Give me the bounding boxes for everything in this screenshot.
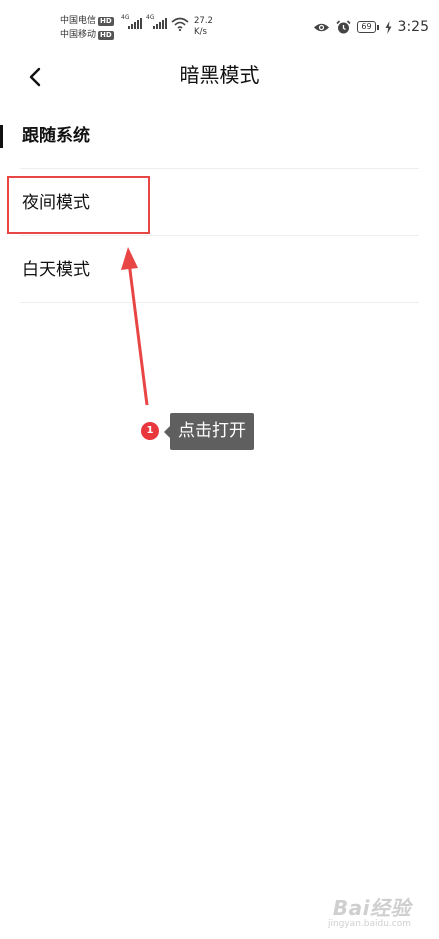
carrier-row-1: 中国电信 HD [60, 14, 114, 28]
network-type-label: 4G [146, 14, 155, 21]
watermark-logo: Bai经验 [332, 896, 411, 920]
hd-badge: HD [98, 30, 114, 40]
hd-badge: HD [98, 16, 114, 26]
highlight-box [7, 176, 150, 234]
page-title: 暗黑模式 [179, 63, 260, 87]
network-speed-value: 27.2 [194, 16, 213, 26]
status-right-group: 69 3:25 [313, 19, 429, 35]
carrier-name-2: 中国移动 [60, 30, 97, 40]
selected-indicator [0, 125, 3, 148]
signal-strength-icon: 4G [146, 14, 167, 29]
option-day-mode[interactable]: 白天模式 [0, 236, 439, 303]
divider [20, 302, 419, 303]
eye-icon [314, 23, 330, 31]
battery-indicator: 69 [357, 21, 379, 33]
step-number-badge: 1 [141, 422, 159, 440]
alarm-icon [336, 19, 351, 33]
network-speed: 27.2 K/s [194, 16, 213, 38]
option-label: 白天模式 [22, 260, 90, 280]
status-time: 3:25 [397, 19, 429, 35]
network-speed-unit: K/s [194, 27, 207, 37]
option-follow-system[interactable]: 跟随系统 [0, 102, 439, 169]
instruction-tooltip: 点击打开 [164, 413, 254, 450]
charging-bolt-icon [385, 20, 392, 34]
baidu-jingyan-watermark: Bai经验 jingyan.baidu.com [328, 892, 411, 929]
app-header: 暗黑模式 [0, 56, 439, 96]
carrier-row-2: 中国移动 HD [60, 28, 114, 42]
signal-strength-icon: 4G [121, 14, 142, 29]
network-type-label: 4G [121, 14, 130, 21]
carrier-name-1: 中国电信 [60, 16, 97, 26]
status-bar: 中国电信 HD 中国移动 HD 4G 4G 27.2 K/s 69 3:25 [0, 0, 439, 56]
wifi-icon [171, 17, 189, 31]
option-label: 跟随系统 [22, 126, 90, 146]
watermark-url: jingyan.baidu.com [327, 919, 411, 929]
carrier-info: 中国电信 HD 中国移动 HD [60, 14, 114, 42]
